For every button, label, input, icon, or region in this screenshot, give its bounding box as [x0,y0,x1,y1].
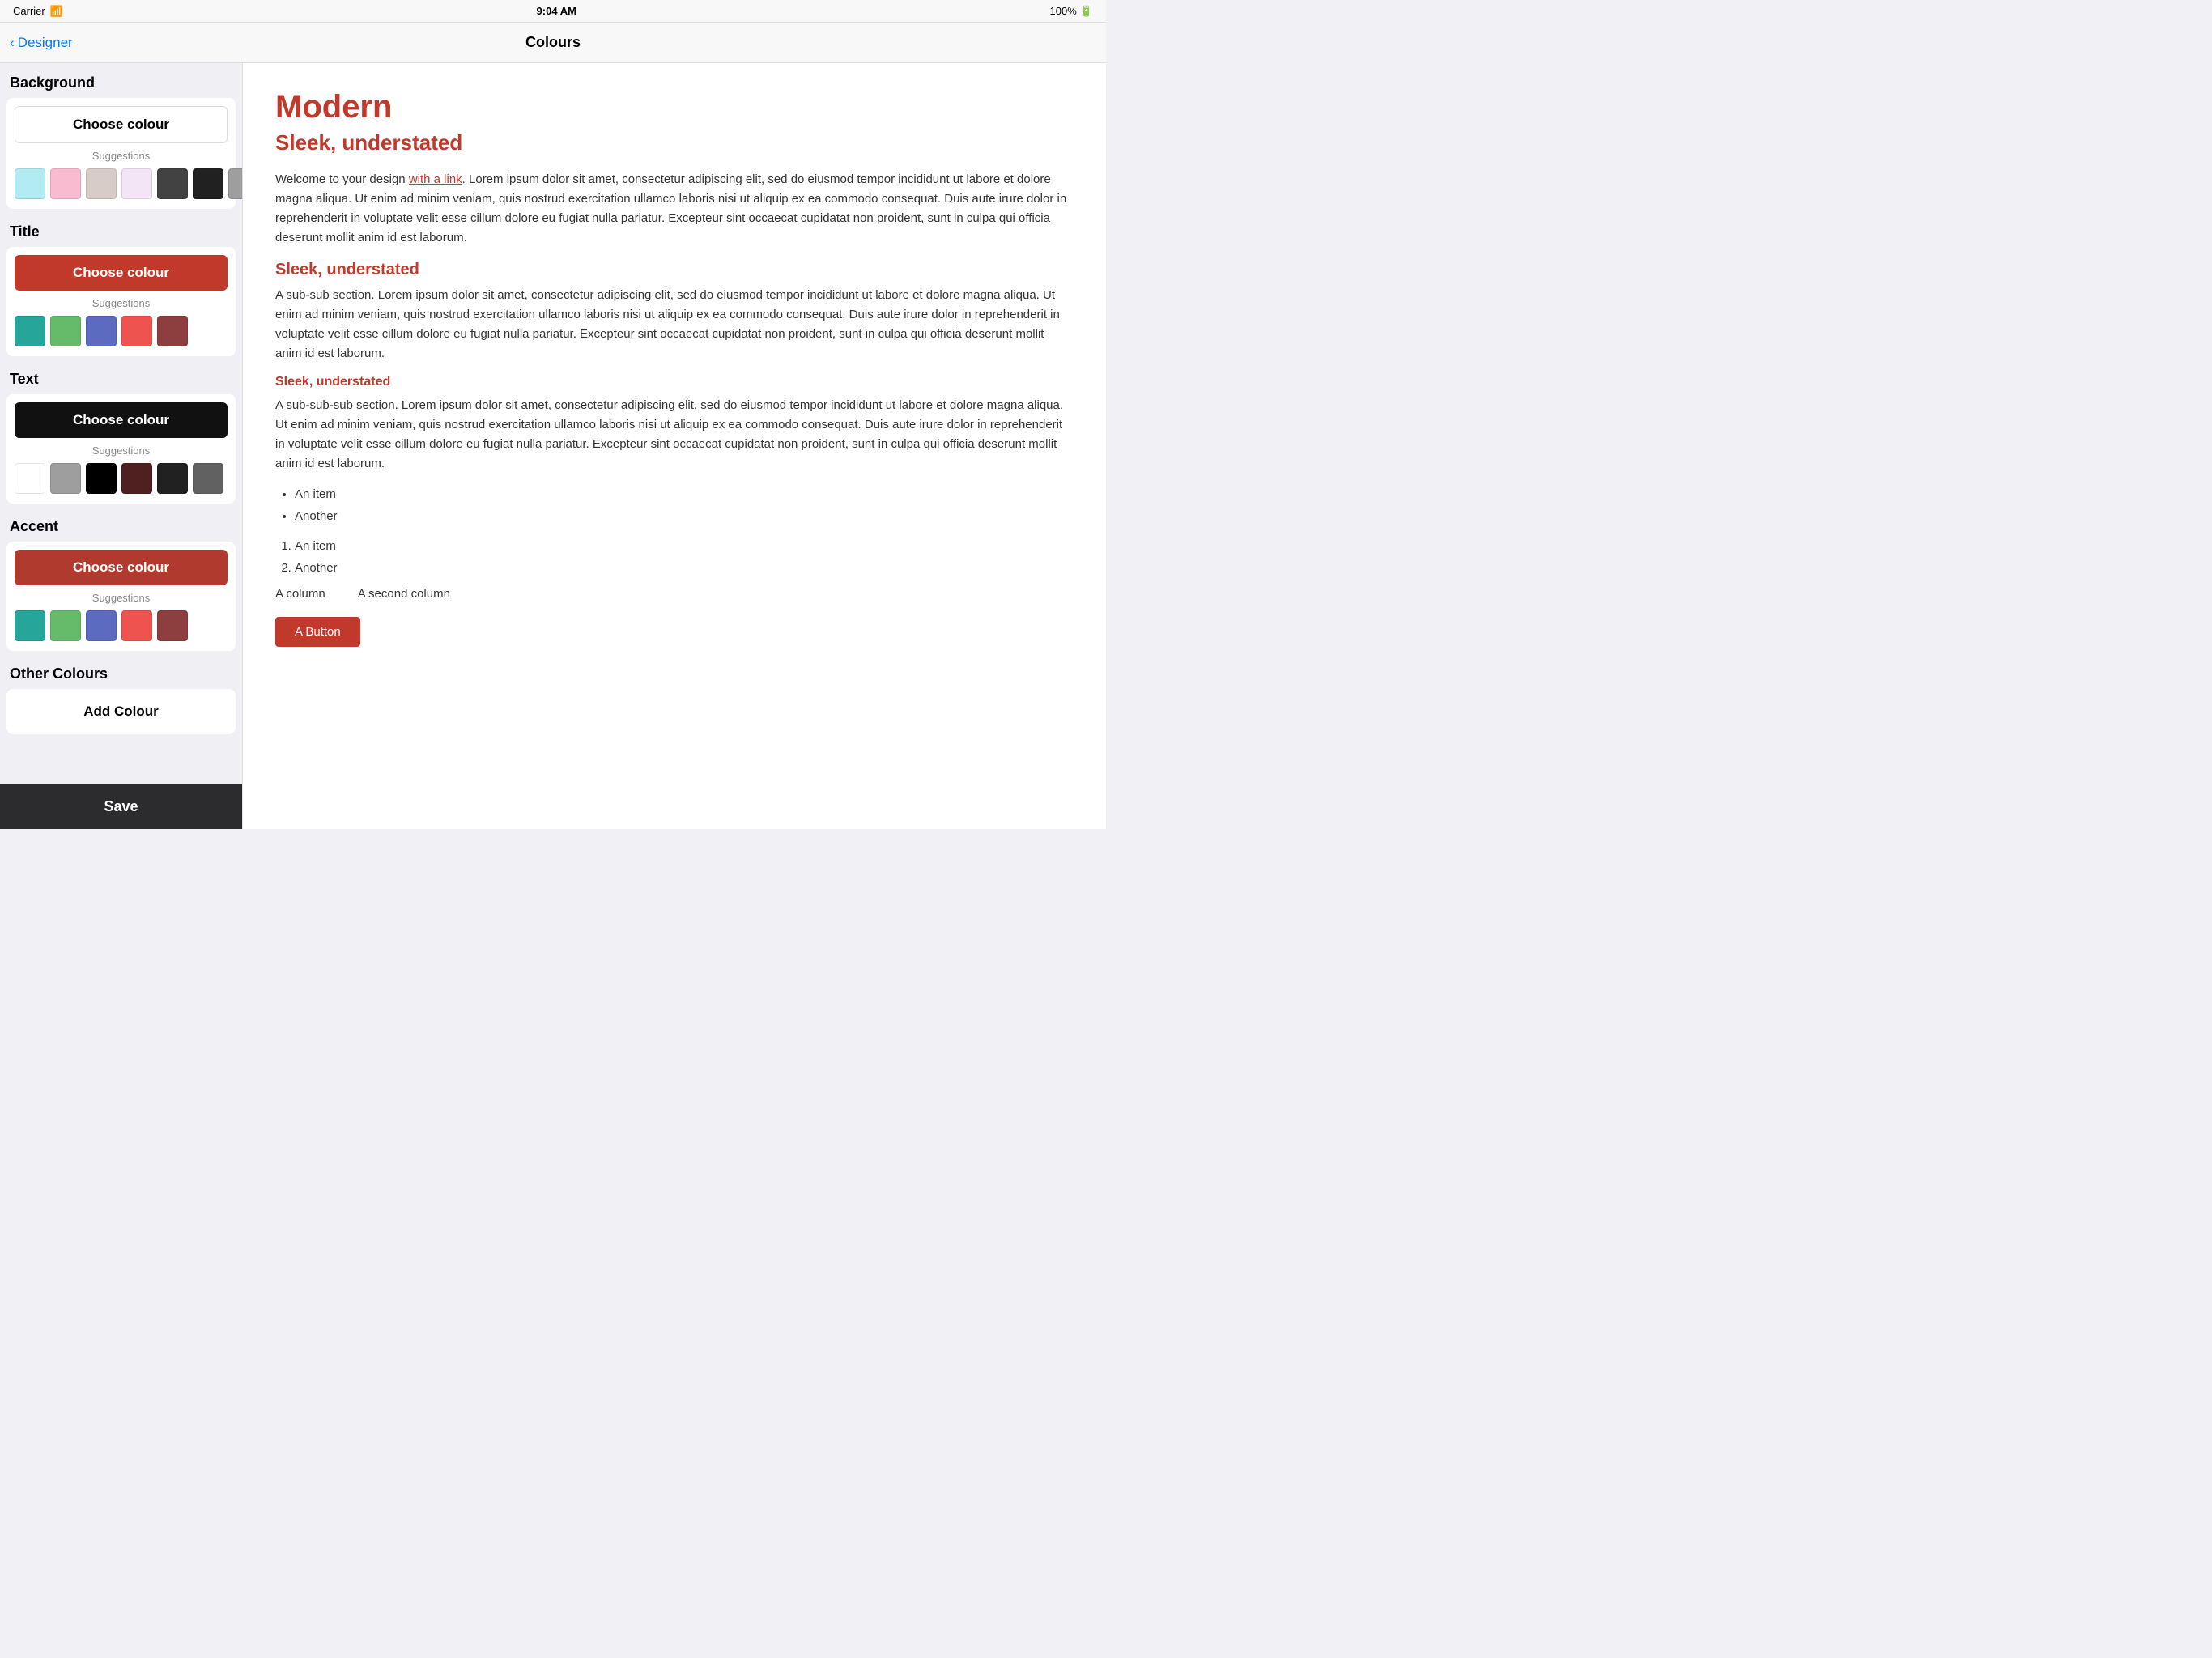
preview-h3: Sleek, understated [275,261,1074,279]
swatch-light-cyan[interactable] [15,168,45,199]
swatch-dark-red-2[interactable] [157,610,188,641]
background-colour-card: Choose colour Suggestions [6,98,236,209]
preview-h2: Sleek, understated [275,130,1074,155]
back-chevron-icon: ‹ [10,35,15,51]
list-item: Another [295,505,1074,527]
preview-table-col2: A second column [358,587,450,601]
other-colours-section-header: Other Colours [0,654,242,689]
swatch-teal[interactable] [15,316,45,346]
swatch-dark-gray[interactable] [157,168,188,199]
preview-ordered-list: An item Another [295,535,1074,579]
swatch-black[interactable] [86,463,117,494]
back-button[interactable]: ‹ Designer [10,35,73,51]
wifi-icon: 📶 [50,5,63,18]
other-colours-card: Add Colour [6,689,236,734]
sidebar-content: Background Choose colour Suggestions Tit… [0,63,242,784]
preview-intro-paragraph: Welcome to your design with a link. Lore… [275,170,1074,248]
nav-bar: ‹ Designer Colours [0,23,1106,63]
background-section-header: Background [0,63,242,98]
text-choose-colour-button[interactable]: Choose colour [15,402,228,438]
swatch-light-pink[interactable] [50,168,81,199]
main-layout: Background Choose colour Suggestions Tit… [0,63,1106,829]
swatch-indigo-2[interactable] [86,610,117,641]
accent-swatches [15,609,228,643]
accent-choose-colour-button[interactable]: Choose colour [15,550,228,585]
preview-button[interactable]: A Button [275,617,360,647]
battery-label: 100% [1050,5,1077,17]
text-colour-card: Choose colour Suggestions [6,394,236,504]
swatch-medium-gray[interactable] [228,168,242,199]
status-left: Carrier 📶 [13,5,63,18]
background-swatches [15,167,228,201]
preview-h4: Sleek, understated [275,375,1074,389]
swatch-medium-gray-2[interactable] [193,463,223,494]
battery-icon: 🔋 [1080,5,1093,18]
list-item: Another [295,557,1074,579]
title-section-header: Title [0,212,242,247]
status-bar: Carrier 📶 9:04 AM 100% 🔋 [0,0,1106,23]
accent-colour-card: Choose colour Suggestions [6,542,236,651]
status-right: 100% 🔋 [1050,5,1093,18]
carrier-label: Carrier [13,5,45,17]
title-suggestions-label: Suggestions [15,297,228,309]
preview-section1-body: A sub-sub section. Lorem ipsum dolor sit… [275,286,1074,363]
list-item: An item [295,483,1074,505]
list-item: An item [295,535,1074,557]
swatch-near-black[interactable] [193,168,223,199]
swatch-light-lavender[interactable] [121,168,152,199]
swatch-teal-2[interactable] [15,610,45,641]
title-swatches [15,314,228,348]
swatch-light-gray[interactable] [50,463,81,494]
swatch-red[interactable] [121,316,152,346]
save-button[interactable]: Save [104,798,138,815]
accent-suggestions-label: Suggestions [15,592,228,604]
add-colour-button[interactable]: Add Colour [83,697,159,726]
swatch-white[interactable] [15,463,45,494]
time-label: 9:04 AM [537,5,576,17]
preview-h1: Modern [275,89,1074,125]
preview-bullet-list: An item Another [295,483,1074,527]
swatch-indigo[interactable] [86,316,117,346]
text-suggestions-label: Suggestions [15,444,228,457]
preview-link[interactable]: with a link [409,172,462,186]
save-bar: Save [0,784,242,829]
accent-section-header: Accent [0,507,242,542]
preview-table: A column A second column [275,587,1074,601]
title-choose-colour-button[interactable]: Choose colour [15,255,228,291]
swatch-dark-red[interactable] [157,316,188,346]
swatch-green-2[interactable] [50,610,81,641]
text-section-header: Text [0,359,242,394]
swatch-green[interactable] [50,316,81,346]
background-choose-colour-button[interactable]: Choose colour [15,106,228,143]
swatch-light-brown[interactable] [86,168,117,199]
swatch-red-2[interactable] [121,610,152,641]
back-label: Designer [18,35,73,51]
title-colour-card: Choose colour Suggestions [6,247,236,356]
preview-section2-body: A sub-sub-sub section. Lorem ipsum dolor… [275,396,1074,474]
nav-title: Colours [525,34,581,51]
preview-table-col1: A column [275,587,325,601]
sidebar: Background Choose colour Suggestions Tit… [0,63,243,829]
background-suggestions-label: Suggestions [15,150,228,162]
swatch-dark-maroon[interactable] [121,463,152,494]
preview-area: Modern Sleek, understated Welcome to you… [243,63,1106,829]
text-swatches [15,461,228,495]
swatch-near-black-2[interactable] [157,463,188,494]
